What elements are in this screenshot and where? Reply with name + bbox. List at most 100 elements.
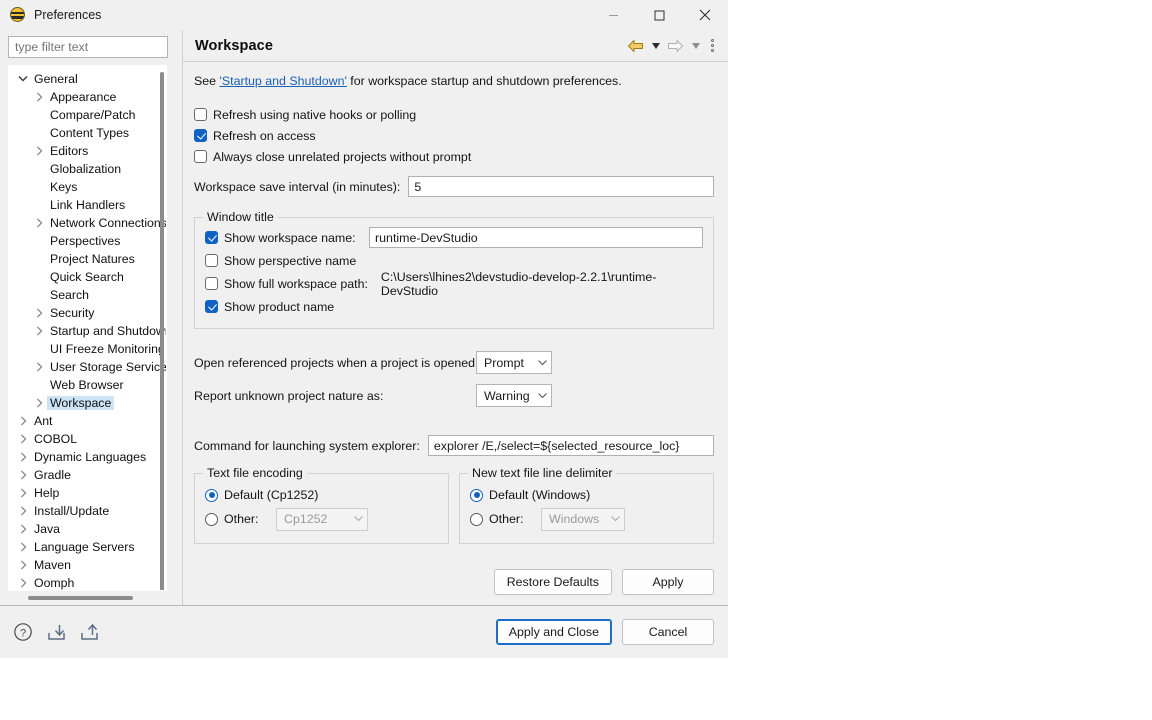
filter-input[interactable] — [8, 36, 168, 58]
sidebar-item-dynamic-languages[interactable]: Dynamic Languages — [9, 448, 166, 466]
radio-row-delimiter-default[interactable]: Default (Windows) — [470, 483, 703, 507]
sidebar-item-compare-patch[interactable]: Compare/Patch — [9, 106, 166, 124]
checkbox-row-show-full-workspace-path[interactable]: Show full workspace path: C:\Users\lhine… — [205, 272, 703, 295]
checkbox-refresh-on-access[interactable] — [194, 129, 207, 142]
cancel-button[interactable]: Cancel — [622, 619, 714, 645]
chevron-right-icon[interactable] — [15, 578, 31, 588]
chevron-right-icon[interactable] — [15, 434, 31, 444]
chevron-right-icon[interactable] — [31, 308, 47, 318]
sidebar-item-java[interactable]: Java — [9, 520, 166, 538]
tree-vertical-scrollbar[interactable] — [160, 72, 164, 591]
sidebar-item-gradle[interactable]: Gradle — [9, 466, 166, 484]
sidebar-item-general[interactable]: General — [9, 70, 166, 88]
sidebar-item-keys[interactable]: Keys — [9, 178, 166, 196]
open-referenced-select[interactable]: Prompt — [476, 351, 552, 374]
preferences-tree[interactable]: GeneralAppearanceCompare/PatchContent Ty… — [8, 65, 167, 591]
checkbox-show-product-name[interactable] — [205, 300, 218, 313]
window-title: Preferences — [34, 8, 101, 22]
forward-history-chevron-down-icon[interactable] — [689, 36, 702, 55]
sidebar-item-install-update[interactable]: Install/Update — [9, 502, 166, 520]
chevron-right-icon[interactable] — [31, 146, 47, 156]
report-nature-select[interactable]: Warning — [476, 384, 552, 407]
checkbox-native-hooks[interactable] — [194, 108, 207, 121]
chevron-right-icon[interactable] — [15, 542, 31, 552]
startup-and-shutdown-link[interactable]: 'Startup and Shutdown' — [220, 74, 347, 88]
sidebar-item-oomph[interactable]: Oomph — [9, 574, 166, 591]
chevron-right-icon[interactable] — [31, 398, 47, 408]
save-interval-row: Workspace save interval (in minutes): — [194, 176, 714, 197]
sidebar-item-maven[interactable]: Maven — [9, 556, 166, 574]
encoding-other-value: Cp1252 — [284, 512, 327, 526]
explorer-command-input[interactable] — [428, 435, 714, 456]
radio-delimiter-other[interactable] — [470, 513, 483, 526]
sidebar-item-workspace[interactable]: Workspace — [9, 394, 166, 412]
minimize-icon[interactable] — [590, 0, 636, 30]
chevron-right-icon[interactable] — [15, 488, 31, 498]
chevron-right-icon[interactable] — [15, 452, 31, 462]
tree-horizontal-scrollbar[interactable] — [8, 591, 167, 605]
chevron-right-icon[interactable] — [31, 218, 47, 228]
sidebar-item-appearance[interactable]: Appearance — [9, 88, 166, 106]
sidebar-item-web-browser[interactable]: Web Browser — [9, 376, 166, 394]
back-history-chevron-down-icon[interactable] — [649, 36, 662, 55]
chevron-right-icon[interactable] — [31, 362, 47, 372]
checkbox-row-native-hooks[interactable]: Refresh using native hooks or polling — [194, 104, 714, 125]
maximize-icon[interactable] — [636, 0, 682, 30]
sidebar-item-globalization[interactable]: Globalization — [9, 160, 166, 178]
sidebar-item-ant[interactable]: Ant — [9, 412, 166, 430]
radio-encoding-default[interactable] — [205, 489, 218, 502]
export-icon[interactable] — [78, 621, 100, 643]
sidebar-item-ui-freeze-monitoring[interactable]: UI Freeze Monitoring — [9, 340, 166, 358]
chevron-right-icon[interactable] — [15, 470, 31, 480]
dialog-body: GeneralAppearanceCompare/PatchContent Ty… — [0, 30, 728, 605]
sidebar-item-label: Project Natures — [47, 252, 138, 266]
sidebar-item-project-natures[interactable]: Project Natures — [9, 250, 166, 268]
sidebar-item-startup-and-shutdown[interactable]: Startup and Shutdown — [9, 322, 166, 340]
sidebar-item-perspectives[interactable]: Perspectives — [9, 232, 166, 250]
radio-row-delimiter-other[interactable]: Other: Windows — [470, 507, 703, 531]
sidebar-item-link-handlers[interactable]: Link Handlers — [9, 196, 166, 214]
checkbox-row-show-workspace-name[interactable]: Show workspace name: — [205, 226, 703, 249]
apply-button[interactable]: Apply — [622, 569, 714, 595]
vertical-dots-icon[interactable] — [706, 36, 718, 55]
sidebar-item-editors[interactable]: Editors — [9, 142, 166, 160]
checkbox-close-unrelated[interactable] — [194, 150, 207, 163]
open-referenced-row: Open referenced projects when a project … — [194, 351, 714, 374]
radio-encoding-other[interactable] — [205, 513, 218, 526]
footer-buttons: Apply and Close Cancel — [496, 619, 714, 645]
back-arrow-icon[interactable] — [626, 36, 645, 55]
sidebar-item-quick-search[interactable]: Quick Search — [9, 268, 166, 286]
checkbox-row-show-product-name[interactable]: Show product name — [205, 295, 703, 318]
checkbox-row-close-unrelated[interactable]: Always close unrelated projects without … — [194, 146, 714, 167]
chevron-right-icon[interactable] — [15, 560, 31, 570]
checkbox-show-perspective-name[interactable] — [205, 254, 218, 267]
chevron-right-icon[interactable] — [31, 92, 47, 102]
workspace-name-input[interactable] — [369, 227, 703, 248]
apply-and-close-button[interactable]: Apply and Close — [496, 619, 612, 645]
chevron-right-icon[interactable] — [15, 416, 31, 426]
close-icon[interactable] — [682, 0, 728, 30]
sidebar-item-user-storage-service[interactable]: User Storage Service — [9, 358, 166, 376]
save-interval-input[interactable] — [408, 176, 714, 197]
restore-defaults-button[interactable]: Restore Defaults — [494, 569, 612, 595]
sidebar-item-network-connections[interactable]: Network Connections — [9, 214, 166, 232]
sidebar-item-search[interactable]: Search — [9, 286, 166, 304]
chevron-right-icon[interactable] — [15, 524, 31, 534]
chevron-down-icon[interactable] — [15, 75, 31, 82]
help-question-icon[interactable]: ? — [12, 621, 34, 643]
sidebar-item-language-servers[interactable]: Language Servers — [9, 538, 166, 556]
sidebar-item-content-types[interactable]: Content Types — [9, 124, 166, 142]
checkbox-show-full-workspace-path[interactable] — [205, 277, 218, 290]
radio-row-encoding-other[interactable]: Other: Cp1252 — [205, 507, 438, 531]
import-icon[interactable] — [45, 621, 67, 643]
radio-row-encoding-default[interactable]: Default (Cp1252) — [205, 483, 438, 507]
sidebar-item-security[interactable]: Security — [9, 304, 166, 322]
checkbox-row-refresh-on-access[interactable]: Refresh on access — [194, 125, 714, 146]
chevron-right-icon[interactable] — [15, 506, 31, 516]
sidebar-item-cobol[interactable]: COBOL — [9, 430, 166, 448]
radio-delimiter-default[interactable] — [470, 489, 483, 502]
checkbox-show-workspace-name[interactable] — [205, 231, 218, 244]
chevron-right-icon[interactable] — [31, 326, 47, 336]
sidebar-item-label: Perspectives — [47, 234, 123, 248]
sidebar-item-help[interactable]: Help — [9, 484, 166, 502]
